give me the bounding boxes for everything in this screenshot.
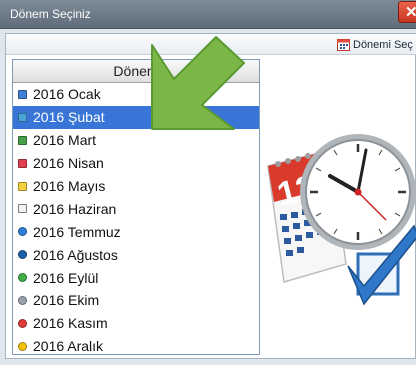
list-item[interactable]: 2016 Ekim — [13, 289, 259, 312]
circle-marker-icon — [18, 273, 27, 283]
list-item-label: 2016 Haziran — [33, 200, 117, 217]
list-item-label: 2016 Mart — [33, 132, 97, 149]
list-item-label: 2016 Ekim — [33, 292, 100, 309]
list-item-label: 2016 Mayıs — [33, 178, 106, 194]
calendar-clock-illustration: 12 — [267, 134, 416, 306]
clock-icon — [300, 134, 416, 250]
list-item[interactable]: 2016 Aralık — [13, 335, 259, 358]
list-item-label: 2016 Temmuz — [33, 223, 121, 240]
circle-marker-icon — [18, 227, 27, 237]
list-item-label: 2016 Aralık — [33, 338, 104, 355]
list-item-label: 2016 Kasım — [33, 315, 108, 332]
list-item[interactable]: 2016 Eylül — [13, 266, 259, 289]
close-button[interactable]: ✕ — [398, 1, 416, 23]
list-item-label: 2016 Eylül — [33, 269, 99, 286]
list-item[interactable]: 2016 Temmuz — [13, 220, 259, 243]
circle-marker-icon — [18, 250, 27, 260]
select-period-label: Dönemi Seç — [353, 38, 413, 51]
square-marker-icon — [18, 181, 27, 191]
calendar-icon — [337, 39, 350, 51]
window-title: Dönem Seçiniz — [10, 7, 91, 21]
square-marker-icon — [18, 89, 27, 99]
square-marker-icon — [18, 112, 27, 122]
close-icon: ✕ — [405, 4, 416, 21]
select-period-button[interactable]: Dönemi Seç — [337, 36, 413, 53]
list-item[interactable]: 2016 Ağustos — [13, 243, 259, 266]
square-marker-icon — [18, 158, 27, 168]
circle-marker-icon — [18, 341, 27, 351]
list-item-label: 2016 Şubat — [33, 109, 105, 126]
list-item-label: 2016 Nisan — [33, 155, 104, 172]
square-marker-icon — [18, 135, 27, 145]
list-item-label: 2016 Ocak — [33, 86, 101, 103]
list-item[interactable]: 2016 Nisan — [13, 152, 259, 175]
circle-marker-icon — [18, 295, 27, 305]
list-item[interactable]: 2016 Kasım — [13, 312, 259, 335]
list-item[interactable]: 2016 Haziran — [13, 197, 259, 220]
title-bar: Dönem Seçiniz ✕ — [0, 0, 416, 29]
pointer-arrow-icon — [151, 36, 245, 130]
list-item-label: 2016 Ağustos — [33, 246, 118, 263]
list-item[interactable]: 2016 Mayıs — [13, 175, 259, 198]
circle-marker-icon — [18, 318, 27, 328]
square-marker-icon — [18, 204, 27, 214]
